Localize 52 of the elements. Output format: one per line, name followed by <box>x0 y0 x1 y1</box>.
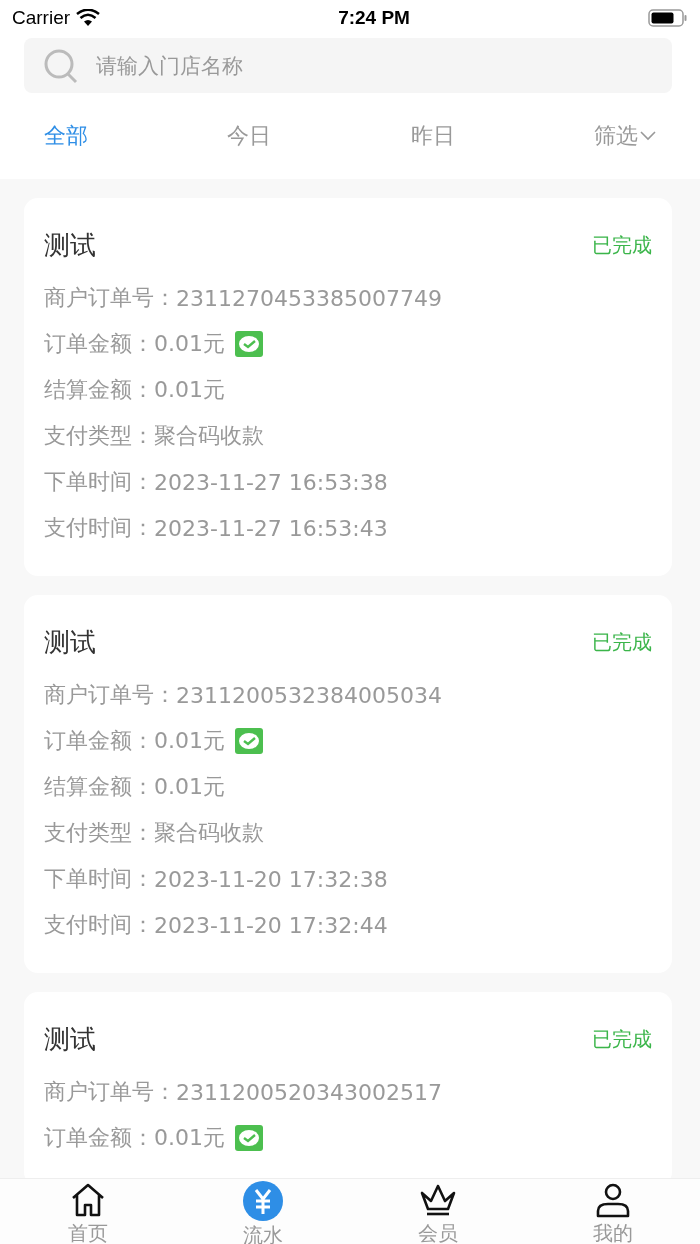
field-label: 支付类型： <box>44 819 154 847</box>
order-status: 已完成 <box>592 629 652 656</box>
store-name: 测试 <box>44 229 96 262</box>
chat-check-icon <box>235 331 263 357</box>
tab-bar-item[interactable]: 首页 <box>27 1179 148 1244</box>
field-label: 支付时间： <box>44 514 154 542</box>
store-name: 测试 <box>44 1023 96 1056</box>
field-label: 商户订单号： <box>44 681 176 709</box>
store-name: 测试 <box>44 626 96 659</box>
field-value: 2023-11-20 17:32:44 <box>154 912 388 938</box>
field-label: 下单时间： <box>44 865 154 893</box>
field-label: 支付时间： <box>44 911 154 939</box>
field-value: 聚合码收款 <box>154 819 264 847</box>
status-time: 7:24 PM <box>338 7 410 29</box>
field-value: 2023-11-20 17:32:38 <box>154 866 388 892</box>
field-label: 结算金额： <box>44 773 154 801</box>
order-status: 已完成 <box>592 232 652 259</box>
filter-tab[interactable]: 筛选 <box>594 121 656 151</box>
field-label: 商户订单号： <box>44 284 176 312</box>
field-label: 商户订单号： <box>44 1078 176 1106</box>
field-label: 订单金额： <box>44 727 154 755</box>
wifi-icon <box>76 9 101 27</box>
tab-bar-item[interactable]: 流水 <box>202 1179 323 1244</box>
field-value: 0.01元 <box>154 330 225 358</box>
field-label: 支付类型： <box>44 422 154 450</box>
field-value: 2023-11-27 16:53:43 <box>154 515 388 541</box>
field-label: 订单金额： <box>44 330 154 358</box>
field-value: 2023-11-27 16:53:38 <box>154 469 388 495</box>
battery-icon <box>648 8 688 28</box>
field-label: 订单金额： <box>44 1124 154 1152</box>
chat-check-icon <box>235 728 263 754</box>
field-value: 0.01元 <box>154 773 225 801</box>
field-value: 2311270453385007749 <box>176 285 442 311</box>
chat-check-icon <box>235 1125 263 1151</box>
field-value: 2311200520343002517 <box>176 1079 442 1105</box>
field-value: 2311200532384005034 <box>176 682 442 708</box>
field-label: 下单时间： <box>44 468 154 496</box>
filter-tab[interactable]: 全部 <box>44 121 88 151</box>
field-value: 0.01元 <box>154 376 225 404</box>
field-value: 0.01元 <box>154 727 225 755</box>
filter-tab[interactable]: 今日 <box>227 121 272 151</box>
order-status: 已完成 <box>592 1026 652 1053</box>
tab-bar-item[interactable]: 会员 <box>377 1179 498 1244</box>
filter-tab[interactable]: 昨日 <box>410 121 455 151</box>
carrier-label: Carrier <box>12 7 71 29</box>
chevron-down-icon <box>640 131 656 141</box>
field-label: 结算金额： <box>44 376 154 404</box>
field-value: 聚合码收款 <box>154 422 264 450</box>
field-value: 0.01元 <box>154 1124 225 1152</box>
search-icon <box>42 47 80 85</box>
search-field[interactable]: 请输入门店名称 <box>24 38 672 93</box>
tab-bar-item[interactable]: 我的 <box>552 1179 673 1244</box>
